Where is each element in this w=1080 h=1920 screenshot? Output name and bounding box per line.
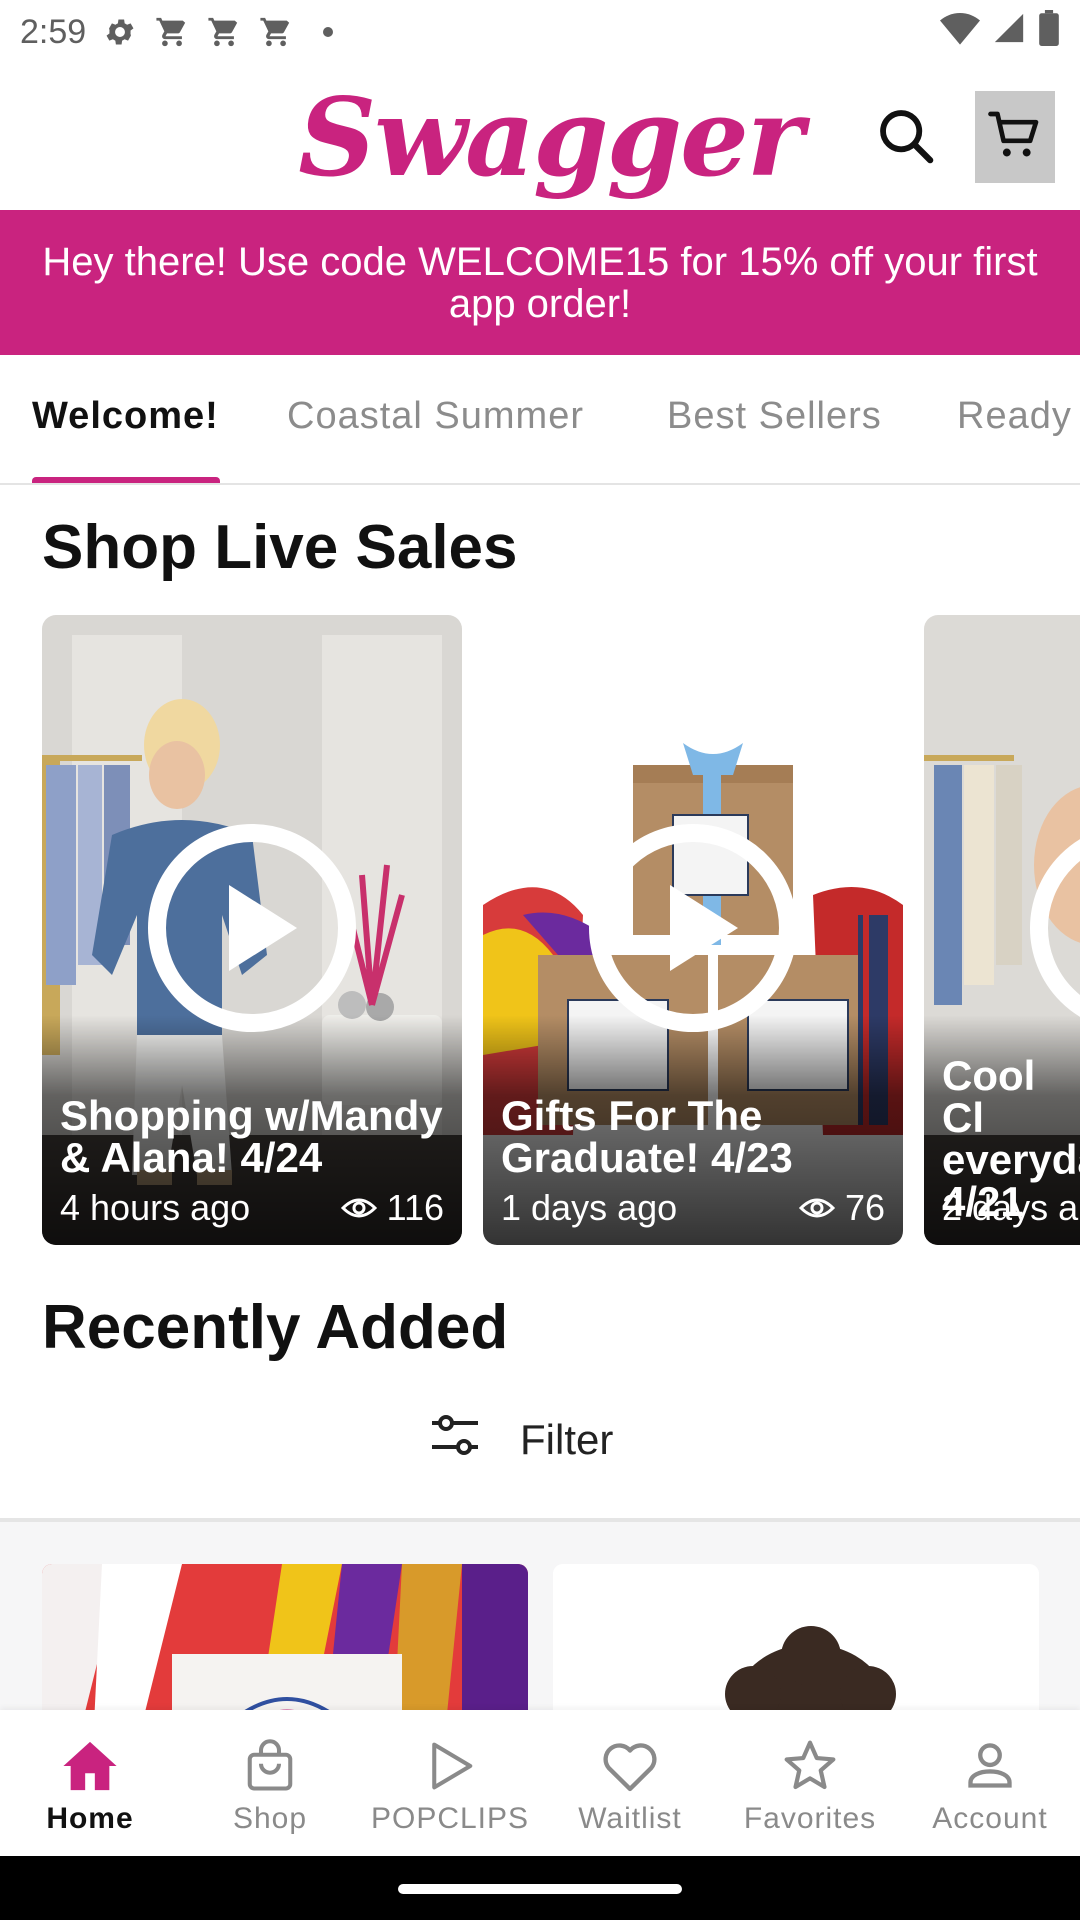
play-icon: [588, 823, 798, 1038]
play-icon: [1029, 823, 1080, 1038]
live-sale-card[interactable]: Gifts For The Graduate! 4/23 1 days ago …: [483, 615, 903, 1245]
filter-button[interactable]: Filter: [430, 1410, 660, 1470]
nav-account[interactable]: Account: [900, 1710, 1080, 1856]
star-icon: [780, 1736, 840, 1796]
live-sale-meta: 4 hours ago 116: [60, 1187, 444, 1229]
nav-home[interactable]: Home: [0, 1710, 180, 1856]
battery-icon: [1038, 9, 1060, 55]
nav-popclips-label: POPCLIPS: [370, 1802, 530, 1835]
system-gesture-bar: [0, 1856, 1080, 1920]
product-card[interactable]: [553, 1564, 1039, 1710]
live-sale-time: 2 days a: [942, 1187, 1079, 1228]
cart-icon: [987, 107, 1043, 168]
view-count: 76: [844, 1187, 885, 1228]
live-sale-card[interactable]: Cool Cl everyda 4/21 2 days a: [924, 615, 1080, 1245]
promo-banner[interactable]: Hey there! Use code WELCOME15 for 15% of…: [0, 210, 1080, 355]
product-image: [42, 1564, 528, 1710]
swagger-logo[interactable]: Swagger: [298, 68, 804, 208]
app-header: Swagger: [0, 64, 1080, 210]
product-image: [553, 1564, 1039, 1710]
nav-shop-label: Shop: [232, 1802, 308, 1835]
heart-icon: [600, 1736, 660, 1796]
category-tabs: Welcome! Coastal Summer Best Sellers Rea…: [0, 355, 1080, 485]
nav-favorites-label: Favorites: [743, 1802, 877, 1835]
nav-waitlist[interactable]: Waitlist: [540, 1710, 720, 1856]
active-tab-indicator: [32, 477, 220, 483]
wifi-icon: [940, 11, 980, 54]
live-sale-time: 4 hours ago: [60, 1187, 251, 1228]
shopping-bag-icon: [240, 1736, 300, 1796]
live-sale-time: 1 days ago: [501, 1187, 678, 1228]
play-button[interactable]: [1029, 825, 1080, 1035]
cart-notification-icon: [154, 14, 190, 50]
status-bar: 2:59: [0, 0, 1080, 64]
play-button[interactable]: [147, 823, 357, 1038]
live-sale-card[interactable]: Shopping w/Mandy & Alana! 4/24 4 hours a…: [42, 615, 462, 1245]
live-sales-carousel[interactable]: Shopping w/Mandy & Alana! 4/24 4 hours a…: [0, 615, 1080, 1245]
eye-icon: [798, 1187, 836, 1229]
home-icon: [60, 1736, 120, 1796]
logo-text: Swagger: [298, 75, 804, 201]
promo-text: Hey there! Use code WELCOME15 for 15% of…: [42, 239, 1038, 326]
nav-popclips[interactable]: POPCLIPS: [360, 1710, 540, 1856]
dot-icon: [310, 14, 346, 50]
play-icon: [147, 823, 357, 1038]
live-sale-views: 76: [798, 1187, 885, 1229]
view-count: 116: [386, 1187, 444, 1228]
home-gesture-handle[interactable]: [398, 1884, 682, 1894]
eye-icon: [340, 1187, 377, 1229]
bottom-navigation: Home Shop POPCLIPS Waitlist Favorites Ac…: [0, 1710, 1080, 1856]
cart-notification-icon: [258, 14, 294, 50]
live-sale-meta: 1 days ago 76: [501, 1187, 885, 1229]
nav-waitlist-label: Waitlist: [578, 1802, 682, 1835]
tab-ready[interactable]: Ready: [957, 395, 1072, 438]
person-icon: [960, 1736, 1020, 1796]
play-button[interactable]: [588, 823, 798, 1038]
nav-shop[interactable]: Shop: [180, 1710, 360, 1856]
recently-added-title: Recently Added: [42, 1293, 509, 1362]
cart-button[interactable]: [975, 91, 1055, 183]
live-sales-title: Shop Live Sales: [42, 513, 518, 582]
live-sale-title: Gifts For The Graduate! 4/23: [501, 1092, 793, 1181]
product-grid: [0, 1522, 1080, 1710]
nav-favorites[interactable]: Favorites: [720, 1710, 900, 1856]
tab-welcome[interactable]: Welcome!: [32, 395, 219, 438]
play-icon: [420, 1736, 480, 1796]
settings-icon: [102, 14, 138, 50]
live-sale-views: 116: [340, 1187, 444, 1229]
tab-coastal-summer[interactable]: Coastal Summer: [287, 395, 584, 438]
nav-account-label: Account: [932, 1802, 1048, 1835]
live-sale-title: Shopping w/Mandy & Alana! 4/24: [60, 1092, 443, 1181]
filter-label: Filter: [520, 1416, 614, 1463]
status-time: 2:59: [20, 12, 87, 51]
cart-notification-icon: [206, 14, 242, 50]
product-card[interactable]: [42, 1564, 528, 1710]
search-icon: [877, 107, 935, 170]
live-sale-meta: 2 days a: [942, 1187, 1080, 1229]
tab-best-sellers[interactable]: Best Sellers: [667, 395, 882, 438]
nav-home-label: Home: [46, 1802, 134, 1835]
signal-icon: [992, 11, 1026, 54]
search-button[interactable]: [872, 104, 940, 172]
filter-sliders-icon: [430, 1413, 480, 1467]
